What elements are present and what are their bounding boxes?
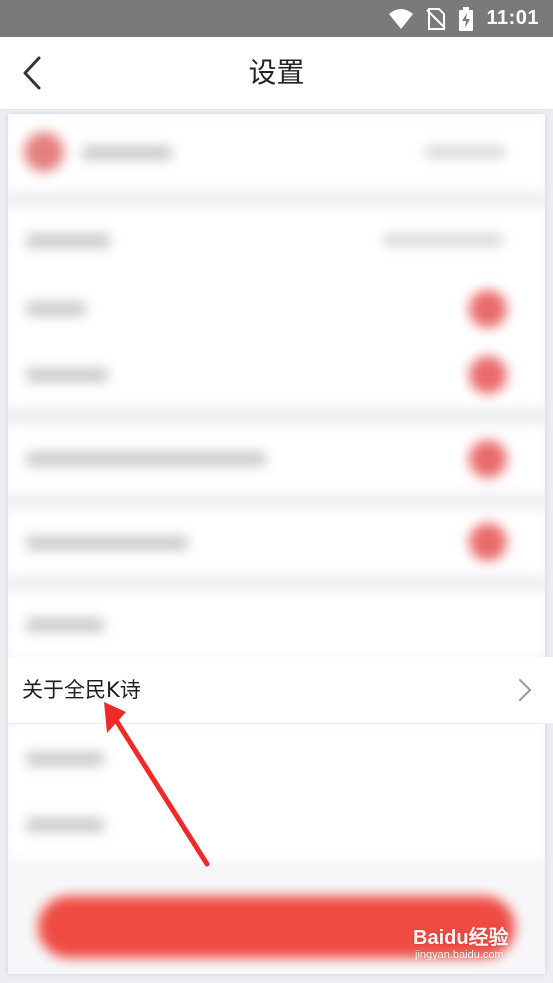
blurred-row [8, 590, 545, 657]
blurred-settings-list [8, 114, 545, 974]
wifi-icon [389, 8, 414, 29]
about-app-row[interactable]: 关于全民K诗 [8, 657, 553, 724]
watermark-brand: Baidu经验 [413, 927, 509, 949]
blurred-row [8, 792, 545, 858]
watermark-url: jingyan.baidu.com [415, 949, 504, 961]
blurred-row [8, 114, 545, 192]
nav-bar: 设置 [0, 37, 553, 110]
blurred-row [8, 724, 545, 793]
blurred-row [8, 342, 545, 408]
avatar [24, 132, 64, 172]
about-app-label: 关于全民K诗 [22, 678, 141, 702]
status-time: 11:01 [486, 7, 539, 29]
blurred-row [8, 276, 545, 343]
watermark: Baidu经验 jingyan.baidu.com [413, 921, 523, 969]
blurred-row [8, 508, 545, 576]
chevron-right-icon [519, 679, 531, 701]
status-bar: 11:01 [0, 0, 553, 37]
no-sim-icon [426, 7, 447, 30]
blurred-row [8, 424, 545, 494]
settings-screen: 11:01 设置 关于全民K诗 Baidu经验 jingyan.baidu.co… [0, 0, 553, 983]
status-icons: 11:01 [388, 0, 539, 37]
battery-charging-icon [459, 6, 474, 31]
page-title: 设置 [248, 56, 305, 89]
blurred-row [8, 206, 545, 277]
blurred-content [8, 114, 545, 974]
